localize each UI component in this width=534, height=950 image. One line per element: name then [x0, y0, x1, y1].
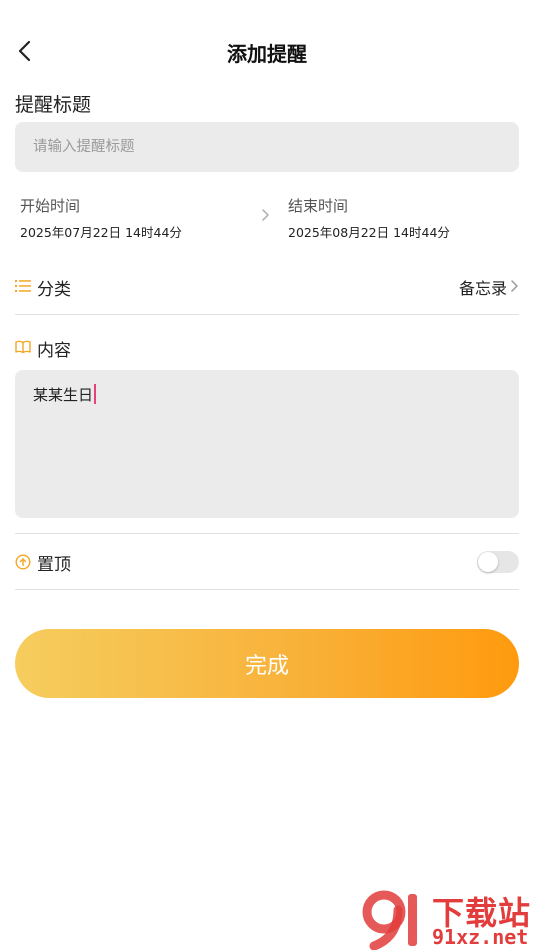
- chevron-right-icon: [262, 209, 269, 221]
- page-title: 添加提醒: [227, 42, 307, 66]
- content-text: 某某生日: [33, 386, 94, 404]
- end-time-value: 2025年08月22日 14时44分: [288, 225, 450, 240]
- category-label: 分类: [37, 280, 71, 300]
- done-button[interactable]: 完成: [15, 629, 519, 698]
- divider: [15, 589, 519, 590]
- watermark-url: 91xz.net: [432, 925, 529, 949]
- start-time-picker[interactable]: 开始时间 2025年07月22日 14时44分: [20, 195, 182, 241]
- divider: [15, 533, 519, 534]
- watermark-logo-icon: [362, 890, 417, 950]
- text-caret: [94, 384, 97, 404]
- divider: [15, 314, 519, 315]
- category-row[interactable]: 分类 备忘录: [15, 270, 519, 304]
- pin-row: 置顶: [15, 548, 519, 576]
- toggle-knob: [478, 552, 498, 572]
- chevron-right-icon: [511, 280, 518, 292]
- category-value: 备忘录: [458, 279, 507, 298]
- site-watermark: 下载站 91xz.net: [362, 888, 534, 950]
- pin-top-icon: [15, 554, 31, 570]
- book-icon: [15, 340, 31, 354]
- header-bar: 添加提醒: [0, 0, 534, 104]
- start-time-label: 开始时间: [20, 197, 81, 215]
- reminder-title-label: 提醒标题: [15, 94, 92, 116]
- content-label: 内容: [37, 341, 71, 361]
- start-time-value: 2025年07月22日 14时44分: [20, 225, 182, 240]
- end-time-picker[interactable]: 结束时间 2025年08月22日 14时44分: [288, 195, 450, 241]
- list-icon: [15, 280, 31, 292]
- end-time-label: 结束时间: [288, 197, 349, 215]
- pin-toggle[interactable]: [477, 551, 519, 573]
- reminder-title-input[interactable]: [15, 122, 519, 172]
- content-label-row: 内容: [15, 334, 519, 362]
- content-textarea[interactable]: 某某生日: [15, 370, 519, 518]
- pin-label: 置顶: [37, 555, 71, 575]
